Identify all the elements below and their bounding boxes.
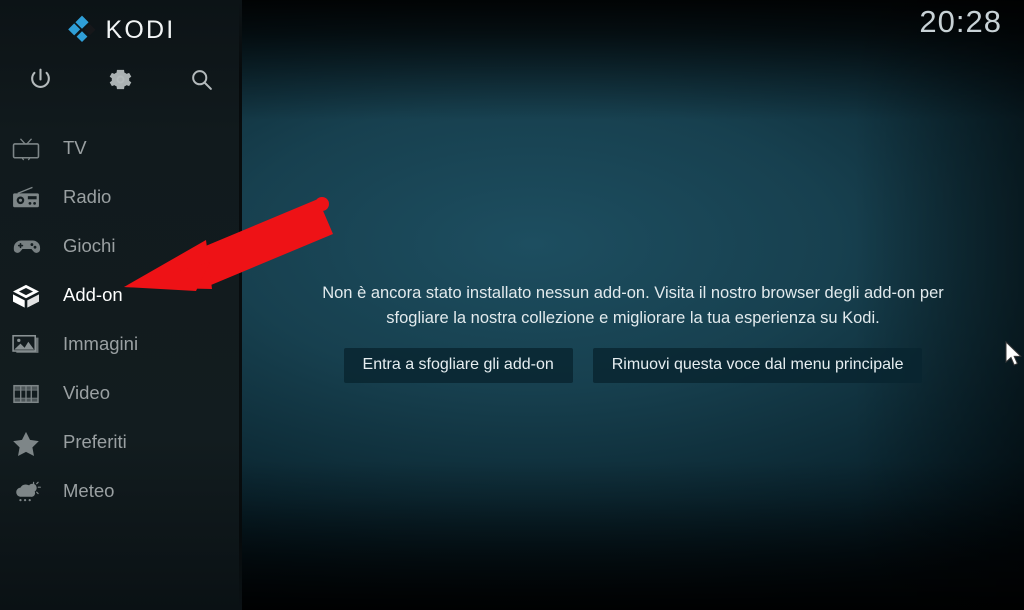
sidebar-menu: TV Radio Giochi Add-on Immagini Video Pr… [0, 124, 242, 516]
picture-icon [11, 330, 51, 360]
toolbar [0, 58, 242, 100]
main-content: Non è ancora stato installato nessun add… [242, 0, 1024, 610]
browse-addons-button[interactable]: Entra a sfogliare gli add-on [343, 348, 573, 383]
sidebar-item-label: Video [63, 382, 110, 404]
sidebar-item-label: Giochi [63, 235, 116, 257]
app-logo: KODI [0, 8, 242, 52]
power-icon [30, 68, 50, 88]
settings-button[interactable] [81, 58, 162, 100]
sidebar-item-label: Immagini [63, 333, 139, 355]
empty-state-message: Non è ancora stato installato nessun add… [322, 284, 944, 327]
kodi-logo-icon [67, 15, 96, 42]
sidebar-item-preferiti[interactable]: Preferiti [0, 418, 242, 467]
addon-box-icon [11, 281, 51, 311]
gamepad-icon [11, 232, 51, 262]
sidebar-item-giochi[interactable]: Giochi [0, 222, 242, 271]
weather-cloud-icon [11, 477, 51, 507]
sidebar-item-label: Preferiti [63, 431, 127, 453]
empty-state-actions: Entra a sfogliare gli add-on Rimuovi que… [343, 348, 923, 383]
clock: 20:28 [919, 4, 1002, 39]
sidebar-item-video[interactable]: Video [0, 369, 242, 418]
sidebar-item-label: Meteo [63, 480, 115, 502]
kodi-home-screen: 20:28 KODI TV Radio Giochi Add-on Immagi… [0, 0, 1024, 610]
sidebar: KODI TV Radio Giochi Add-on Immagini Vid… [0, 0, 242, 610]
film-strip-icon [11, 379, 51, 409]
power-button[interactable] [0, 58, 81, 100]
tv-icon [11, 134, 51, 164]
radio-icon [11, 183, 51, 213]
sidebar-item-radio[interactable]: Radio [0, 173, 242, 222]
sidebar-item-label: Add-on [63, 284, 123, 306]
search-icon [192, 69, 212, 90]
sidebar-item-meteo[interactable]: Meteo [0, 467, 242, 516]
sidebar-item-label: TV [63, 137, 87, 159]
sidebar-item-tv[interactable]: TV [0, 124, 242, 173]
search-button[interactable] [161, 58, 242, 100]
sidebar-item-addon[interactable]: Add-on [0, 271, 242, 320]
remove-menu-item-button[interactable]: Rimuovi questa voce dal menu principale [592, 348, 923, 383]
gear-icon [110, 69, 132, 89]
empty-state: Non è ancora stato installato nessun add… [283, 281, 983, 383]
sidebar-item-label: Radio [63, 186, 112, 208]
app-name: KODI [105, 15, 176, 44]
star-icon [11, 428, 51, 458]
sidebar-item-immagini[interactable]: Immagini [0, 320, 242, 369]
